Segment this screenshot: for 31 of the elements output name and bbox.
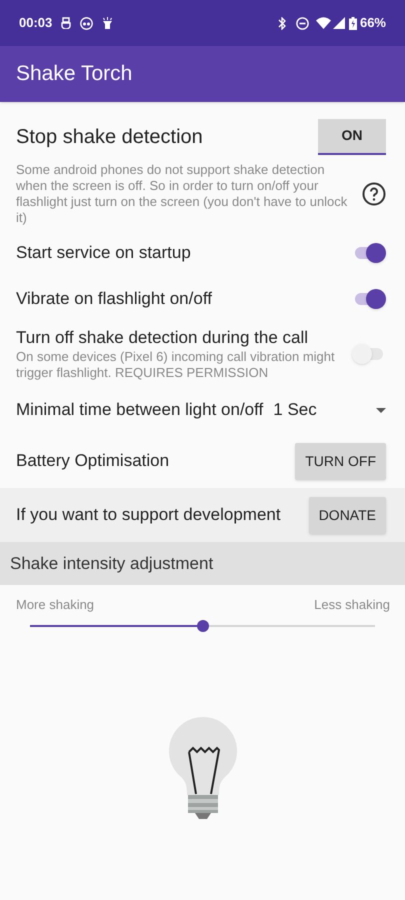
battery-percentage: 66% [360,14,386,32]
status-time: 00:03 [19,14,52,32]
help-icon[interactable] [362,182,386,206]
light-bulb-icon [166,714,238,818]
dropdown-caret-icon [376,408,386,412]
setting-label: If you want to support development [16,504,282,526]
donate-button[interactable]: DONATE [308,496,386,534]
flashlight-icon [102,16,114,30]
time-dropdown[interactable]: 1 Sec [273,397,386,423]
setting-label: Start service on startup [16,242,192,264]
intensity-slider[interactable] [30,618,375,632]
setting-label: Vibrate on flashlight on/off [16,288,213,310]
section-header: Shake intensity adjustment [0,542,405,585]
slider-max-label: Less shaking [314,596,390,614]
battery-icon [348,16,357,30]
signal-icon [332,17,345,29]
on-button[interactable]: ON [318,118,386,154]
wifi-icon [316,17,331,29]
setting-label: Minimal time between light on/off [16,399,264,422]
setting-label: Stop shake detection [16,124,204,150]
app-title: Shake Torch [16,61,132,88]
setting-label: Battery Optimisation [16,450,170,472]
setting-label: Turn off shake detection during the call [16,327,310,349]
notification-icon [61,17,72,29]
turn-off-button[interactable]: TURN OFF [295,442,386,480]
description-text: Some android phones do not support shake detection when the screen is off. So in order to turn on/off your flashlight just turn on the screen (you don't have to unlock it) [16,162,348,226]
setting-subtitle: On some devices (Pixel 6) incoming call vibration might trigger flashlight. REQUIRES PERMISSION [16,349,336,381]
do-not-disturb-icon [296,16,309,30]
slider-thumb[interactable] [196,620,208,632]
slider-min-label: More shaking [16,596,94,614]
bluetooth-icon [278,16,287,30]
